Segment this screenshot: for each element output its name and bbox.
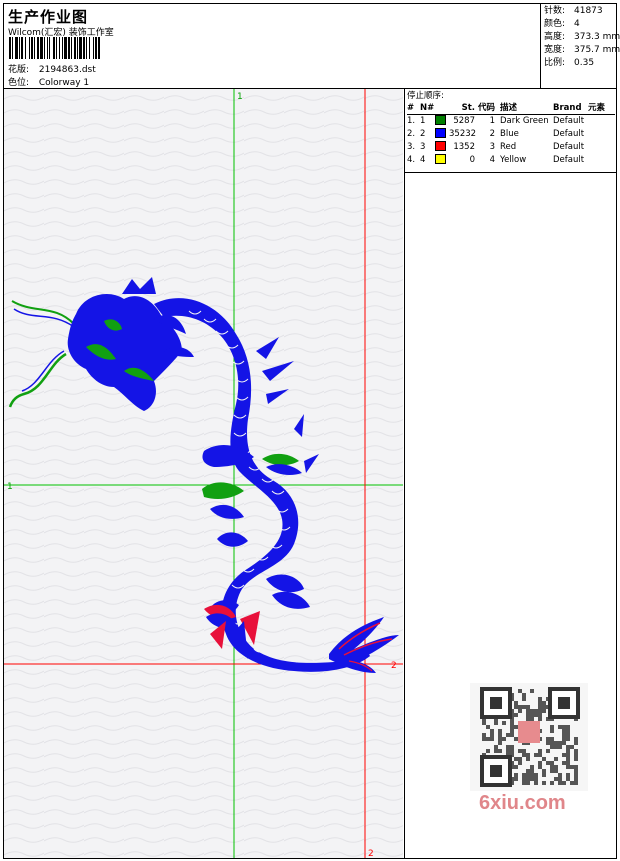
thread-color-swatch bbox=[435, 114, 446, 125]
cell-hash: 2. bbox=[407, 129, 416, 139]
stop-sequence-panel: 停止顺序: # N# St. 代码 描述 Brand 元素 1. 1 5287 1 Da… bbox=[407, 90, 615, 167]
stat-height: 高度: 373.3 mm bbox=[544, 32, 620, 42]
stat-scale: 比例: 0.35 bbox=[544, 58, 595, 68]
stop-sequence-title: 停止顺序: bbox=[407, 91, 444, 101]
col-brand: Brand bbox=[553, 103, 582, 113]
green-horizontal-label: 1 bbox=[7, 482, 13, 492]
cell-code: 4 bbox=[489, 155, 495, 165]
stop-sequence-bottom-rule bbox=[405, 172, 616, 173]
cell-desc: Blue bbox=[500, 129, 519, 139]
design-file-value: 2194863.dst bbox=[38, 65, 96, 75]
stat-stitches: 针数: 41873 bbox=[544, 6, 603, 16]
col-stitches: St. bbox=[461, 103, 475, 113]
sequence-row: 1. 1 5287 1 Dark Green Default bbox=[407, 114, 615, 128]
color-swatch bbox=[435, 127, 449, 141]
stat-colors: 颜色: 4 bbox=[544, 19, 580, 29]
cell-st: 1352 bbox=[453, 142, 475, 152]
color-swatch bbox=[435, 153, 449, 167]
color-swatch bbox=[435, 140, 449, 154]
design-preview: 1 1 2 2 bbox=[4, 89, 403, 858]
cell-brand: Default bbox=[553, 142, 585, 152]
panel-divider bbox=[404, 89, 405, 858]
cell-desc: Red bbox=[500, 142, 517, 152]
watermark-text: 6xiu.com bbox=[479, 792, 566, 814]
color-swatch bbox=[435, 114, 449, 128]
cell-desc: Dark Green bbox=[500, 116, 549, 126]
cell-code: 3 bbox=[489, 142, 495, 152]
barcode bbox=[9, 37, 100, 59]
cell-desc: Yellow bbox=[500, 155, 527, 165]
cell-n: 4 bbox=[420, 155, 426, 165]
thread-color-swatch bbox=[435, 153, 446, 164]
col-swatch bbox=[435, 102, 449, 114]
cell-brand: Default bbox=[553, 155, 585, 165]
cell-st: 5287 bbox=[453, 116, 475, 126]
green-vertical-label: 1 bbox=[237, 92, 243, 102]
col-hash: # bbox=[407, 103, 415, 113]
cell-hash: 3. bbox=[407, 142, 416, 152]
col-description: 描述 bbox=[500, 103, 518, 113]
cell-code: 2 bbox=[489, 129, 495, 139]
stat-width: 宽度: 375.7 mm bbox=[544, 45, 620, 55]
cell-n: 2 bbox=[420, 129, 426, 139]
sequence-row: 3. 3 1352 3 Red Default bbox=[407, 140, 615, 154]
worksheet-title: 生产作业图 bbox=[8, 8, 89, 26]
header-divider bbox=[540, 4, 541, 88]
design-file-line: 花版: 2194863.dst bbox=[8, 62, 96, 75]
cell-n: 3 bbox=[420, 142, 426, 152]
design-file-label: 花版: bbox=[8, 65, 30, 75]
production-worksheet: 生产作业图 Wilcom(汇宏) 装饰工作室 花版: 2194863.dst 色… bbox=[3, 3, 620, 859]
thread-color-swatch bbox=[435, 127, 446, 138]
cell-st: 35232 bbox=[449, 129, 477, 139]
colorway-line: 色位: Colorway 1 bbox=[8, 75, 89, 88]
colorway-label: 色位: bbox=[8, 78, 30, 88]
red-vertical-label: 2 bbox=[368, 849, 374, 858]
thread-color-swatch bbox=[435, 140, 446, 151]
cell-brand: Default bbox=[553, 116, 585, 126]
cell-code: 1 bbox=[489, 116, 495, 126]
col-element: 元素 bbox=[588, 103, 606, 113]
col-n: N# bbox=[420, 103, 435, 113]
cell-st: 0 bbox=[469, 155, 475, 165]
cell-n: 1 bbox=[420, 116, 426, 126]
cell-hash: 1. bbox=[407, 116, 416, 126]
sequence-row: 2. 2 35232 2 Blue Default bbox=[407, 127, 615, 141]
cell-hash: 4. bbox=[407, 155, 416, 165]
design-stats: 针数: 41873 颜色: 4 高度: 373.3 mm 宽度: 375.7 mm 比例… bbox=[544, 5, 620, 70]
col-code: 代码 bbox=[477, 103, 495, 113]
sequence-row: 4. 4 0 4 Yellow Default bbox=[407, 153, 615, 167]
cell-brand: Default bbox=[553, 129, 585, 139]
red-horizontal-label: 2 bbox=[391, 661, 397, 671]
stop-sequence-header: # N# St. 代码 描述 Brand 元素 bbox=[407, 102, 615, 115]
colorway-value: Colorway 1 bbox=[38, 78, 90, 88]
dragon-embroidery: 1 1 2 2 bbox=[4, 89, 403, 858]
